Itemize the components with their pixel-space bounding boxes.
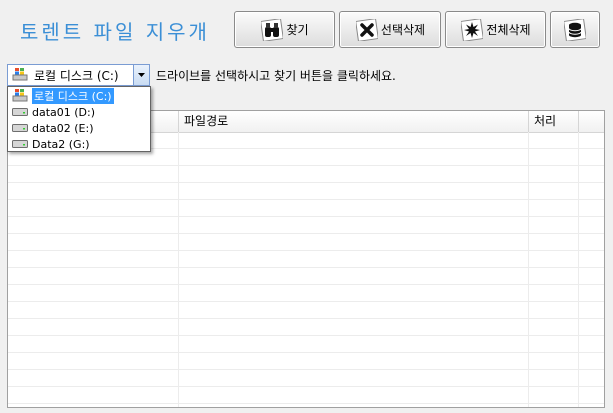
drive-option-label: Data2 (G:) bbox=[32, 137, 90, 151]
table-row[interactable] bbox=[8, 234, 604, 251]
hard-drive-icon bbox=[12, 123, 28, 133]
table-row[interactable] bbox=[8, 251, 604, 268]
binoculars-icon bbox=[260, 18, 284, 42]
table-row[interactable] bbox=[8, 353, 604, 370]
table-row[interactable] bbox=[8, 166, 604, 183]
drive-option-d[interactable]: data01 (D:) bbox=[9, 104, 149, 120]
drive-select-value: 로컬 디스크 (C:) bbox=[34, 69, 119, 83]
table-row[interactable] bbox=[8, 302, 604, 319]
column-header-path[interactable]: 파일경로 bbox=[179, 111, 529, 132]
instruction-text: 드라이브를 선택하시고 찾기 버튼을 클릭하세요. bbox=[156, 69, 396, 83]
windows-drive-icon bbox=[12, 67, 28, 84]
delete-selected-button[interactable]: 선택삭제 bbox=[339, 11, 441, 48]
table-row[interactable] bbox=[8, 387, 604, 404]
delete-all-label: 전체삭제 bbox=[486, 23, 531, 37]
database-icon bbox=[563, 18, 587, 42]
table-row[interactable] bbox=[8, 217, 604, 234]
drive-dropdown-list[interactable]: 로컬 디스크 (C:) data01 (D:) data02 (E:) Data… bbox=[7, 86, 151, 152]
drive-option-label: data01 (D:) bbox=[32, 105, 96, 119]
app-title: 토렌트 파일 지우개 bbox=[20, 20, 210, 44]
drive-option-g[interactable]: Data2 (G:) bbox=[9, 136, 149, 152]
table-row[interactable] bbox=[8, 336, 604, 353]
drive-option-label: data02 (E:) bbox=[32, 121, 94, 135]
hard-drive-icon bbox=[12, 139, 28, 149]
find-button[interactable]: 찾기 bbox=[234, 11, 335, 48]
windows-drive-icon bbox=[12, 88, 28, 105]
find-button-label: 찾기 bbox=[286, 23, 309, 37]
drive-option-e[interactable]: data02 (E:) bbox=[9, 120, 149, 136]
column-header-action[interactable]: 처리 bbox=[529, 111, 579, 132]
drive-option-c[interactable]: 로컬 디스크 (C:) bbox=[9, 88, 149, 104]
drive-option-label: 로컬 디스크 (C:) bbox=[32, 88, 114, 104]
table-row[interactable] bbox=[8, 285, 604, 302]
table-row[interactable] bbox=[8, 183, 604, 200]
delete-selected-label: 선택삭제 bbox=[380, 23, 426, 37]
table-row[interactable] bbox=[8, 268, 604, 285]
table-row[interactable] bbox=[8, 319, 604, 336]
burst-icon bbox=[460, 18, 484, 42]
hard-drive-icon bbox=[12, 107, 28, 117]
drive-select[interactable]: 로컬 디스크 (C:) bbox=[7, 64, 150, 86]
x-mark-icon bbox=[355, 18, 379, 42]
delete-all-button[interactable]: 전체삭제 bbox=[445, 11, 546, 48]
table-row[interactable] bbox=[8, 200, 604, 217]
table-row[interactable] bbox=[8, 370, 604, 387]
chevron-down-icon[interactable] bbox=[133, 65, 149, 85]
database-button[interactable] bbox=[550, 11, 600, 48]
file-list[interactable]: 파일경로 처리 bbox=[7, 110, 605, 408]
